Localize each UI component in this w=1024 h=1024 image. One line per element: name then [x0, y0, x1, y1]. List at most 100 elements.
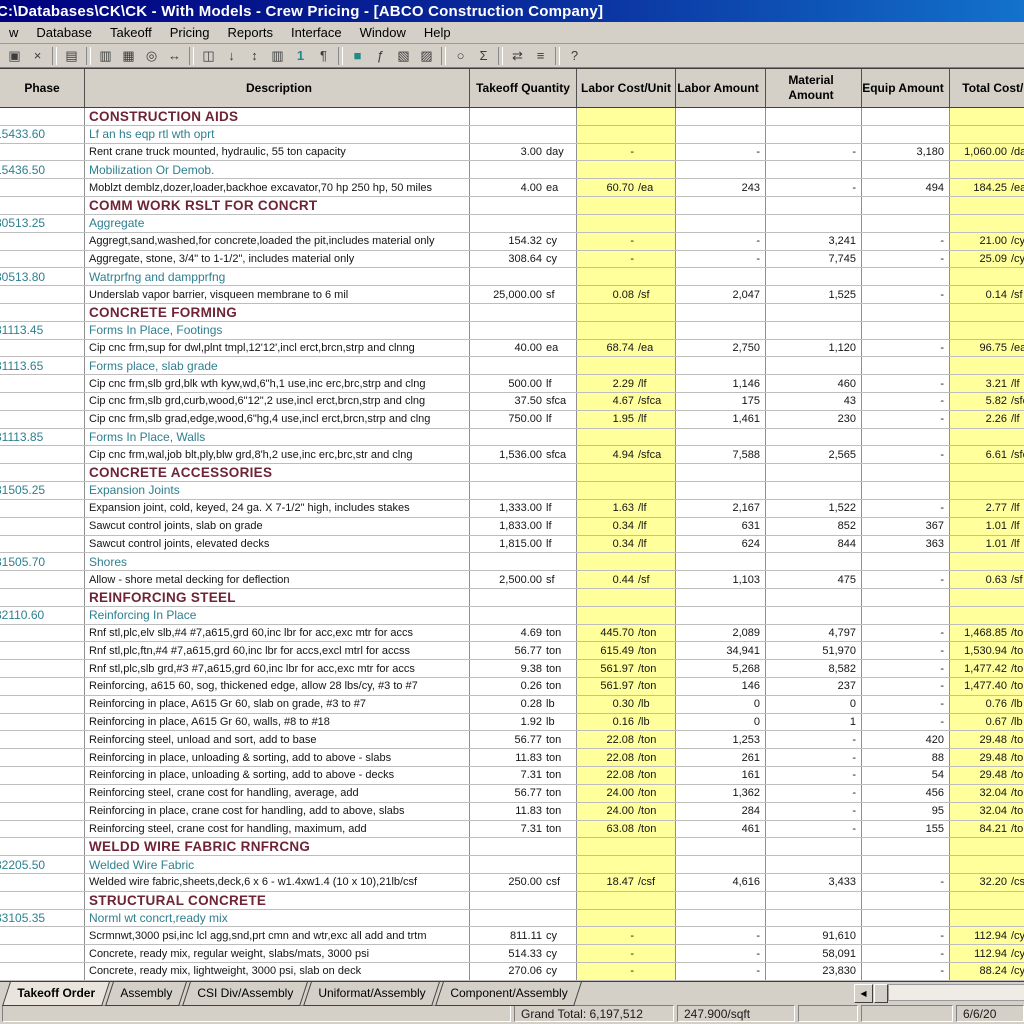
cell-description[interactable]: Moblzt demblz,dozer,loader,backhoe excav… — [85, 179, 470, 196]
cell-description[interactable]: Scrmnwt,3000 psi,inc lcl agg,snd,prt cmn… — [85, 927, 470, 944]
crew-pricing-icon[interactable]: ▧ — [392, 46, 415, 66]
cell-equip-amount[interactable]: 363 — [862, 536, 950, 553]
cell-description[interactable]: Cip cnc frm,slb grad,edge,wood,6"hg,4 us… — [85, 411, 470, 428]
cell-takeoff-quantity[interactable] — [470, 215, 577, 232]
cell-equip-amount[interactable] — [862, 215, 950, 232]
cell-labor-cost-unit[interactable]: 4.94/sfca — [577, 446, 676, 463]
cell-total-cost-unit[interactable] — [950, 197, 1024, 214]
cell-equip-amount[interactable]: - — [862, 500, 950, 517]
cell-equip-amount[interactable]: - — [862, 963, 950, 980]
cell-material-amount[interactable]: 237 — [766, 678, 862, 695]
cell-material-amount[interactable] — [766, 910, 862, 927]
cell-labor-amount[interactable]: 2,167 — [676, 500, 766, 517]
cell-material-amount[interactable] — [766, 126, 862, 143]
cell-description[interactable]: WELDD WIRE FABRIC RNFRCNG — [85, 838, 470, 855]
cell-description[interactable]: Reinforcing in place, A615 Gr 60, slab o… — [85, 696, 470, 713]
cell-equip-amount[interactable] — [862, 429, 950, 446]
cell-labor-amount[interactable]: 631 — [676, 518, 766, 535]
cell-labor-amount[interactable]: - — [676, 945, 766, 962]
cell-phase[interactable]: 15436.50 — [0, 161, 85, 178]
cell-labor-cost-unit[interactable]: - — [577, 233, 676, 250]
cell-phase[interactable]: 31113.65 — [0, 357, 85, 374]
cell-total-cost-unit[interactable] — [950, 910, 1024, 927]
cell-phase[interactable] — [0, 660, 85, 677]
cell-labor-cost-unit[interactable]: 68.74/ea — [577, 340, 676, 357]
cell-labor-amount[interactable] — [676, 856, 766, 873]
cell-equip-amount[interactable]: - — [862, 411, 950, 428]
cell-takeoff-quantity[interactable]: 56.77ton — [470, 731, 577, 748]
cell-labor-cost-unit[interactable]: 24.00/ton — [577, 785, 676, 802]
cell-phase[interactable] — [0, 518, 85, 535]
cell-takeoff-quantity[interactable]: 1,833.00lf — [470, 518, 577, 535]
cell-labor-amount[interactable] — [676, 304, 766, 321]
copy-item-icon[interactable]: ▥ — [266, 46, 289, 66]
cell-labor-amount[interactable]: 0 — [676, 696, 766, 713]
cell-description[interactable]: Welded wire fabric,sheets,deck,6 x 6 - w… — [85, 874, 470, 891]
cell-labor-cost-unit[interactable]: - — [577, 927, 676, 944]
menu-item-takeoff[interactable]: Takeoff — [101, 23, 161, 42]
cell-material-amount[interactable]: - — [766, 179, 862, 196]
cell-total-cost-unit[interactable]: 1,530.94/ton — [950, 642, 1024, 659]
cell-labor-amount[interactable]: 5,268 — [676, 660, 766, 677]
cell-material-amount[interactable]: 7,745 — [766, 251, 862, 268]
cell-phase[interactable] — [0, 144, 85, 161]
cell-equip-amount[interactable] — [862, 892, 950, 909]
cell-total-cost-unit[interactable]: 25.09/cy — [950, 251, 1024, 268]
cell-phase[interactable] — [0, 589, 85, 606]
cell-labor-amount[interactable] — [676, 126, 766, 143]
cell-labor-cost-unit[interactable] — [577, 126, 676, 143]
menu-item-pricing[interactable]: Pricing — [161, 23, 219, 42]
menu-item-reports[interactable]: Reports — [218, 23, 282, 42]
cell-phase[interactable]: 30513.80 — [0, 268, 85, 285]
cell-labor-cost-unit[interactable]: 22.08/ton — [577, 749, 676, 766]
sheet-tab-uniformat-assembly[interactable]: Uniformat/Assembly — [303, 982, 440, 1006]
cell-labor-amount[interactable]: 2,047 — [676, 286, 766, 303]
outline-icon[interactable]: ▦ — [117, 46, 140, 66]
cell-description[interactable]: CONCRETE FORMING — [85, 304, 470, 321]
cell-material-amount[interactable] — [766, 304, 862, 321]
cell-description[interactable]: REINFORCING STEEL — [85, 589, 470, 606]
cell-total-cost-unit[interactable]: 96.75/ea — [950, 340, 1024, 357]
cell-labor-cost-unit[interactable]: 63.08/ton — [577, 821, 676, 838]
cell-description[interactable]: Reinforcing in place, crane cost for han… — [85, 803, 470, 820]
cell-material-amount[interactable]: 2,565 — [766, 446, 862, 463]
cell-phase[interactable] — [0, 446, 85, 463]
cell-takeoff-quantity[interactable]: 1,815.00lf — [470, 536, 577, 553]
cell-total-cost-unit[interactable]: 6.61/sfca — [950, 446, 1024, 463]
cell-takeoff-quantity[interactable] — [470, 464, 577, 481]
cell-takeoff-quantity[interactable]: 4.00ea — [470, 179, 577, 196]
insert-item-icon[interactable]: ↓ — [220, 46, 243, 66]
cell-total-cost-unit[interactable]: 1,468.85/ton — [950, 625, 1024, 642]
cell-takeoff-quantity[interactable] — [470, 482, 577, 499]
cell-equip-amount[interactable] — [862, 607, 950, 624]
cell-phase[interactable] — [0, 571, 85, 588]
cell-takeoff-quantity[interactable]: 500.00lf — [470, 375, 577, 392]
cell-takeoff-quantity[interactable] — [470, 161, 577, 178]
cell-material-amount[interactable]: 230 — [766, 411, 862, 428]
cell-total-cost-unit[interactable] — [950, 429, 1024, 446]
cell-material-amount[interactable]: - — [766, 785, 862, 802]
cell-takeoff-quantity[interactable]: 37.50sfca — [470, 393, 577, 410]
cell-equip-amount[interactable]: 88 — [862, 749, 950, 766]
cell-labor-cost-unit[interactable]: 615.49/ton — [577, 642, 676, 659]
cell-phase[interactable] — [0, 892, 85, 909]
cell-labor-cost-unit[interactable] — [577, 429, 676, 446]
cell-labor-amount[interactable]: 1,253 — [676, 731, 766, 748]
cell-equip-amount[interactable]: 3,180 — [862, 144, 950, 161]
cell-total-cost-unit[interactable] — [950, 838, 1024, 855]
cell-material-amount[interactable] — [766, 215, 862, 232]
cell-phase[interactable] — [0, 731, 85, 748]
cell-equip-amount[interactable]: - — [862, 874, 950, 891]
cell-material-amount[interactable] — [766, 161, 862, 178]
cell-equip-amount[interactable]: 420 — [862, 731, 950, 748]
cell-description[interactable]: CONCRETE ACCESSORIES — [85, 464, 470, 481]
cell-equip-amount[interactable] — [862, 357, 950, 374]
cell-description[interactable]: Shores — [85, 553, 470, 570]
cell-equip-amount[interactable] — [862, 197, 950, 214]
cell-labor-cost-unit[interactable]: 561.97/ton — [577, 660, 676, 677]
cell-labor-amount[interactable]: 261 — [676, 749, 766, 766]
cell-labor-cost-unit[interactable] — [577, 322, 676, 339]
cell-takeoff-quantity[interactable]: 250.00csf — [470, 874, 577, 891]
cell-phase[interactable] — [0, 108, 85, 125]
cell-phase[interactable] — [0, 714, 85, 731]
